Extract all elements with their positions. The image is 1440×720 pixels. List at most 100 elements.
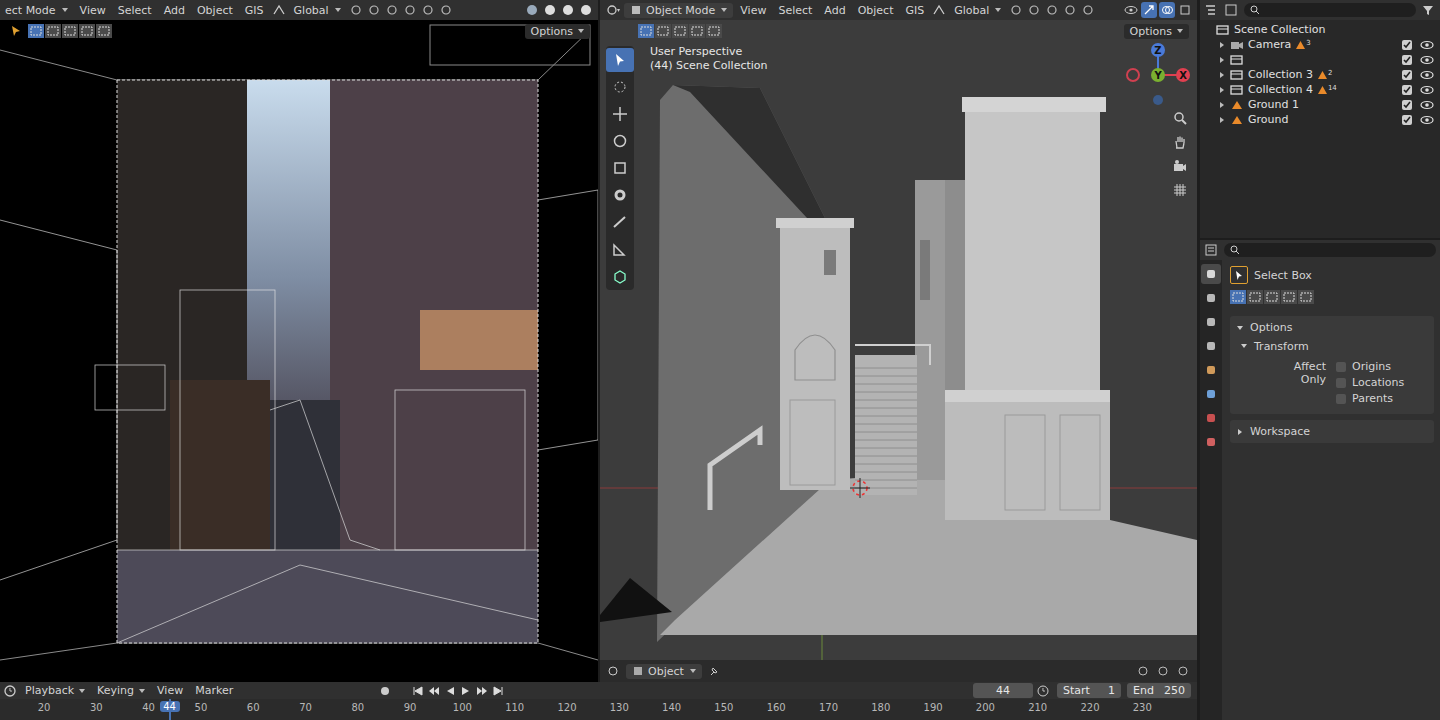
properties-tab[interactable] [1201, 408, 1221, 428]
menu-item[interactable]: Object [192, 3, 238, 18]
subpanel-header[interactable]: Transform [1240, 338, 1434, 354]
camera-icon[interactable] [1170, 156, 1190, 176]
properties-tab[interactable] [1201, 432, 1221, 452]
select-mode-button[interactable] [79, 24, 95, 38]
tool-button[interactable] [606, 75, 634, 99]
select-mode-button[interactable] [1230, 290, 1246, 304]
tool-button[interactable] [606, 156, 634, 180]
shading-sphere-icon[interactable] [560, 2, 576, 18]
tool-button[interactable] [606, 129, 634, 153]
select-mode-button[interactable] [638, 24, 654, 38]
select-mode-button[interactable] [1298, 290, 1314, 304]
exclude-checkbox[interactable] [1402, 100, 1412, 110]
tool-button[interactable] [606, 210, 634, 234]
mode-dropdown[interactable]: ect Mode [0, 3, 73, 18]
navigation-gizmo[interactable]: ZYX [1120, 38, 1197, 118]
gizmo-toggle-icon[interactable] [1141, 2, 1157, 18]
orientation-icon[interactable] [931, 2, 947, 18]
tool-button[interactable] [606, 264, 634, 288]
tool-option-icon[interactable] [1008, 2, 1024, 18]
menu-item[interactable]: Select [113, 3, 157, 18]
select-mode-button[interactable] [1247, 290, 1263, 304]
outliner-item[interactable]: Ground [1200, 112, 1440, 127]
expand-arrow-icon[interactable] [1218, 71, 1226, 79]
menu-item[interactable]: View [735, 3, 771, 18]
eye-icon[interactable] [1420, 115, 1434, 125]
exclude-checkbox[interactable] [1402, 70, 1412, 80]
next-keyframe-icon[interactable] [475, 684, 489, 698]
checkbox-option[interactable]: Origins [1336, 360, 1404, 373]
orientation-dropdown[interactable]: Global [949, 3, 1006, 18]
checkbox[interactable] [1336, 394, 1346, 404]
tool-option-icon[interactable] [1062, 2, 1078, 18]
exclude-checkbox[interactable] [1402, 55, 1412, 65]
expand-arrow-icon[interactable] [1218, 41, 1226, 49]
select-mode-button[interactable] [62, 24, 78, 38]
tool-option-icon[interactable] [402, 2, 418, 18]
timeline-menu[interactable]: Marker [190, 683, 238, 698]
panel-header[interactable]: Workspace [1230, 423, 1434, 440]
tool-option-icon[interactable] [1026, 2, 1042, 18]
tool-option-icon[interactable] [438, 2, 454, 18]
overlay-toggle-icon[interactable] [1159, 2, 1175, 18]
outliner-item[interactable]: Collection 414 [1200, 82, 1440, 97]
camera-viewport[interactable]: ect ModeViewSelectAddObjectGISGlobalOpti… [0, 0, 598, 682]
3d-viewport[interactable]: Object ModeViewSelectAddObjectGISGlobalO… [600, 0, 1197, 682]
jump-end-icon[interactable] [491, 684, 505, 698]
outliner-item[interactable]: Camera3 [1200, 37, 1440, 52]
select-mode-button[interactable] [1281, 290, 1297, 304]
end-frame-field[interactable]: End250 [1127, 683, 1191, 698]
tool-button[interactable] [606, 183, 634, 207]
editor-type-icon[interactable] [2, 683, 18, 699]
eye-icon[interactable] [1420, 85, 1434, 95]
properties-tab[interactable] [1201, 384, 1221, 404]
menu-item[interactable]: GIS [240, 3, 269, 18]
select-mode-button[interactable] [1264, 290, 1280, 304]
select-mode-button[interactable] [655, 24, 671, 38]
snap-option-icon[interactable] [1155, 663, 1171, 679]
exclude-checkbox[interactable] [1402, 85, 1412, 95]
exclude-checkbox[interactable] [1402, 40, 1412, 50]
tool-option-icon[interactable] [1044, 2, 1060, 18]
jump-start-icon[interactable] [411, 684, 425, 698]
pin-icon[interactable] [706, 663, 722, 679]
expand-arrow-icon[interactable] [1218, 116, 1226, 124]
prev-keyframe-icon[interactable] [427, 684, 441, 698]
exclude-checkbox[interactable] [1402, 115, 1412, 125]
tool-option-icon[interactable] [348, 2, 364, 18]
snap-option-icon[interactable] [1175, 663, 1191, 679]
properties-tab[interactable] [1201, 264, 1221, 284]
expand-arrow-icon[interactable] [1218, 101, 1226, 109]
outliner-search[interactable] [1244, 3, 1416, 17]
menu-item[interactable]: View [75, 3, 111, 18]
timeline-menu[interactable]: View [152, 683, 188, 698]
select-mode-button[interactable] [28, 24, 44, 38]
menu-item[interactable]: GIS [900, 3, 929, 18]
object-mode-dropdown[interactable]: Object [626, 664, 702, 679]
pan-hand-icon[interactable] [1170, 132, 1190, 152]
record-icon[interactable] [377, 683, 393, 699]
orientation-dropdown[interactable]: Global [289, 3, 346, 18]
eye-icon[interactable] [1420, 55, 1434, 65]
eye-icon[interactable] [1420, 70, 1434, 80]
timeline-menu[interactable]: Playback [20, 683, 90, 698]
select-tool-icon[interactable] [8, 23, 24, 39]
checkbox[interactable] [1336, 362, 1346, 372]
clock-icon[interactable] [1035, 683, 1051, 699]
properties-search[interactable] [1224, 243, 1436, 257]
tool-button[interactable] [606, 237, 634, 261]
select-mode-button[interactable] [706, 24, 722, 38]
snap-option-icon[interactable] [1135, 663, 1151, 679]
xray-icon[interactable] [1177, 2, 1193, 18]
select-mode-button[interactable] [672, 24, 688, 38]
properties-tab[interactable] [1201, 288, 1221, 308]
checkbox-option[interactable]: Locations [1336, 376, 1404, 389]
timeline-menu[interactable]: Keying [92, 683, 150, 698]
select-mode-button[interactable] [689, 24, 705, 38]
menu-item[interactable]: Object [853, 3, 899, 18]
viewport-canvas[interactable]: OptionsUser Perspective(44) Scene Collec… [600, 20, 1197, 682]
outliner-item[interactable] [1200, 52, 1440, 67]
shading-sphere-icon[interactable] [524, 2, 540, 18]
tool-button[interactable] [606, 102, 634, 126]
outliner-item[interactable]: Ground 1 [1200, 97, 1440, 112]
